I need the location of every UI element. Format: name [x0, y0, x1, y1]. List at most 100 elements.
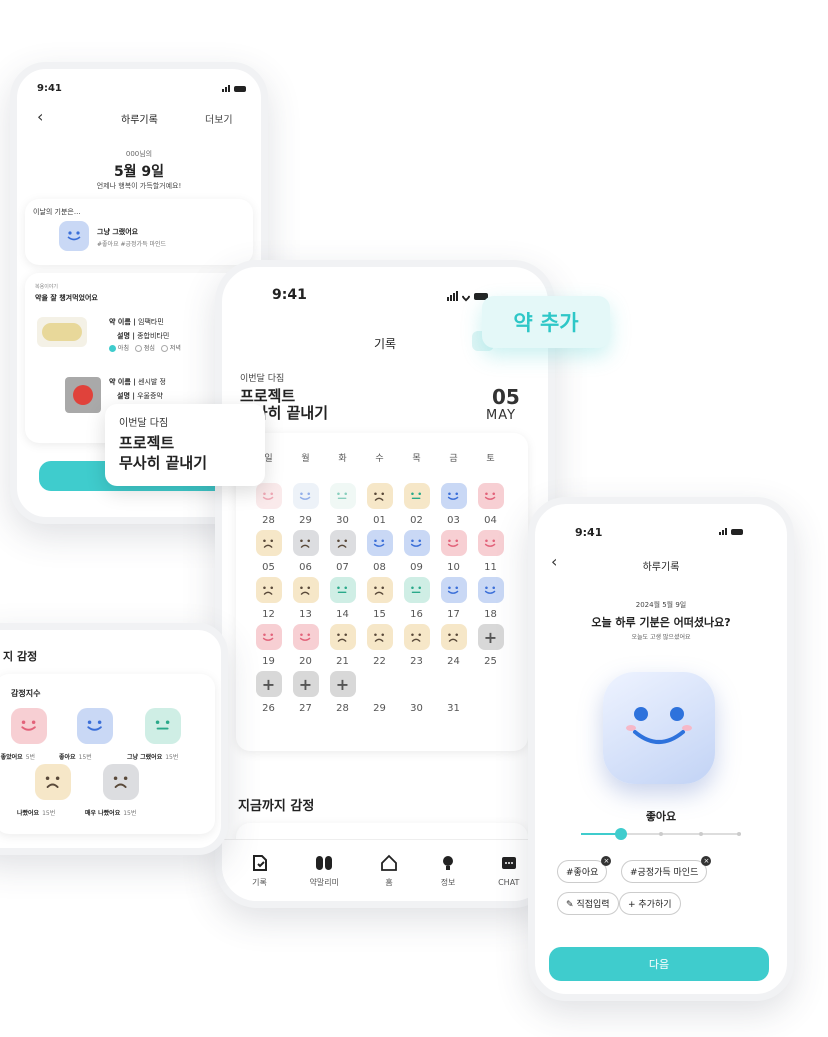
calendar-day[interactable]: 30 — [398, 671, 435, 714]
home-icon — [381, 854, 397, 871]
weekday: 금 — [449, 454, 458, 464]
calendar-day[interactable]: 31 — [435, 671, 472, 714]
record-icon — [252, 854, 267, 871]
nav-record[interactable]: 기록 — [251, 854, 269, 888]
empty-day — [441, 671, 467, 697]
direct-input-label: 직접입력 — [576, 900, 610, 910]
remove-tag-icon[interactable]: × — [701, 856, 712, 866]
radio-lunch[interactable]: 점심 — [134, 343, 155, 352]
mood-slider[interactable] — [581, 828, 741, 840]
radio-lunch-label: 점심 — [143, 345, 155, 352]
calendar-day[interactable]: 16 — [398, 577, 435, 620]
calendar-day[interactable]: 29 — [287, 483, 324, 526]
day-number: 26 — [262, 703, 275, 714]
calendar-day[interactable]: 29 — [361, 671, 398, 714]
calendar-day[interactable]: 21 — [324, 624, 361, 667]
neutral-face-icon — [329, 483, 356, 509]
day-number: 30 — [336, 515, 349, 526]
pill-image-2 — [65, 377, 101, 413]
slider-thumb[interactable] — [615, 828, 627, 840]
nav-home[interactable]: 홈 — [380, 854, 398, 888]
nav-chat[interactable]: CHAT — [498, 855, 519, 887]
med2-name-label: 약 이름 | — [109, 378, 136, 386]
day-number: 11 — [484, 562, 497, 573]
med1-desc: 종합비타민 — [137, 332, 170, 340]
tag-chip-good[interactable]: #좋아요 × — [557, 856, 612, 883]
add-entry-icon[interactable]: + — [255, 671, 282, 697]
calendar-day[interactable]: 18 — [472, 577, 509, 620]
calendar-day[interactable]: +27 — [287, 671, 324, 714]
calendar-day[interactable]: 03 — [435, 483, 472, 526]
calendar-day[interactable]: 14 — [324, 577, 361, 620]
add-entry-icon[interactable]: + — [292, 671, 319, 697]
calendar-day[interactable]: 28 — [250, 483, 287, 526]
calendar-day[interactable]: 10 — [435, 530, 472, 573]
calendar-day[interactable]: +26 — [250, 671, 287, 714]
weekday: 목 — [412, 454, 421, 464]
calendar-day[interactable]: 19 — [250, 624, 287, 667]
calendar-day[interactable]: 05 — [250, 530, 287, 573]
calendar-day[interactable]: +28 — [324, 671, 361, 714]
radio-dinner[interactable]: 저녁 — [160, 343, 181, 352]
emotion-name: 우 좋았어요 — [0, 754, 23, 761]
mood-label: 좋아요 — [645, 810, 677, 823]
pill-icon — [316, 855, 333, 870]
calendar-day[interactable]: 07 — [324, 530, 361, 573]
more-button[interactable]: 더보기 — [205, 111, 233, 126]
happy-face-icon — [255, 483, 282, 509]
sad-face-icon — [403, 624, 430, 650]
day-number: 17 — [447, 609, 460, 620]
goal-callout-label: 이번달 다짐 — [119, 418, 169, 429]
med2-name: 센시발 정 — [138, 378, 166, 386]
direct-input-button[interactable]: ✎ 직접입력 — [557, 892, 619, 915]
empty-day — [367, 671, 393, 697]
calendar-day[interactable]: 13 — [287, 577, 324, 620]
nav-pill-alarm[interactable]: 약말리미 — [310, 854, 339, 888]
nav-info[interactable]: 정보 — [439, 854, 457, 888]
weekday: 수 — [375, 454, 384, 464]
radio-morning[interactable]: 아침 — [109, 343, 129, 352]
calendar-day[interactable]: 02 — [398, 483, 435, 526]
nav-info-label: 정보 — [440, 877, 456, 887]
calendar-day[interactable]: 01 — [361, 483, 398, 526]
goal-callout-line1: 프로젝트 — [119, 434, 175, 452]
chat-icon — [501, 856, 516, 869]
emotion-index-card: 감정지수 우 좋았어요5번좋아요15번그냥 그랬어요15번나빴어요15번매우 나… — [0, 674, 215, 834]
calendar-day[interactable]: 09 — [398, 530, 435, 573]
pencil-icon: ✎ — [566, 900, 574, 910]
day-number: 05 — [262, 562, 275, 573]
calendar-day[interactable]: 20 — [287, 624, 324, 667]
sad-face-icon — [329, 624, 356, 650]
calendar-day[interactable]: 11 — [472, 530, 509, 573]
remove-tag-icon[interactable]: × — [601, 856, 612, 866]
day-number: 04 — [484, 515, 497, 526]
calendar-day[interactable] — [472, 671, 509, 714]
emotion-item-label: 매우 나빴어요 15번 — [85, 808, 136, 817]
emotion-name: 나빴어요 — [17, 810, 40, 817]
calendar-day[interactable]: 23 — [398, 624, 435, 667]
calendar-day[interactable]: +25 — [472, 624, 509, 667]
date-day: 05 — [492, 385, 520, 409]
med2-desc-label: 설명 | — [117, 392, 135, 400]
next-button[interactable]: 다음 — [549, 947, 769, 981]
day-number: 10 — [447, 562, 460, 573]
calendar-day[interactable]: 22 — [361, 624, 398, 667]
add-med-callout[interactable]: 약 추가 — [482, 296, 610, 348]
add-tag-button[interactable]: + 추가하기 — [619, 892, 681, 915]
tag-chip-positive[interactable]: #긍정가득 마인드 × — [621, 856, 712, 883]
back-icon[interactable]: ‹ — [37, 107, 43, 126]
calendar-day[interactable]: 08 — [361, 530, 398, 573]
add-entry-icon[interactable]: + — [477, 624, 504, 650]
day-number: 21 — [336, 656, 349, 667]
calendar-day[interactable]: 04 — [472, 483, 509, 526]
emotion-count: 15번 — [165, 754, 179, 761]
calendar-day[interactable]: 24 — [435, 624, 472, 667]
goal-callout: 이번달 다짐 프로젝트 무사히 끝내기 — [105, 404, 265, 486]
calendar-day[interactable]: 17 — [435, 577, 472, 620]
calendar-day[interactable]: 12 — [250, 577, 287, 620]
calendar-day[interactable]: 30 — [324, 483, 361, 526]
calendar-day[interactable]: 15 — [361, 577, 398, 620]
add-entry-icon[interactable]: + — [329, 671, 356, 697]
emotion-name: 매우 나빴어요 — [85, 810, 121, 817]
calendar-day[interactable]: 06 — [287, 530, 324, 573]
